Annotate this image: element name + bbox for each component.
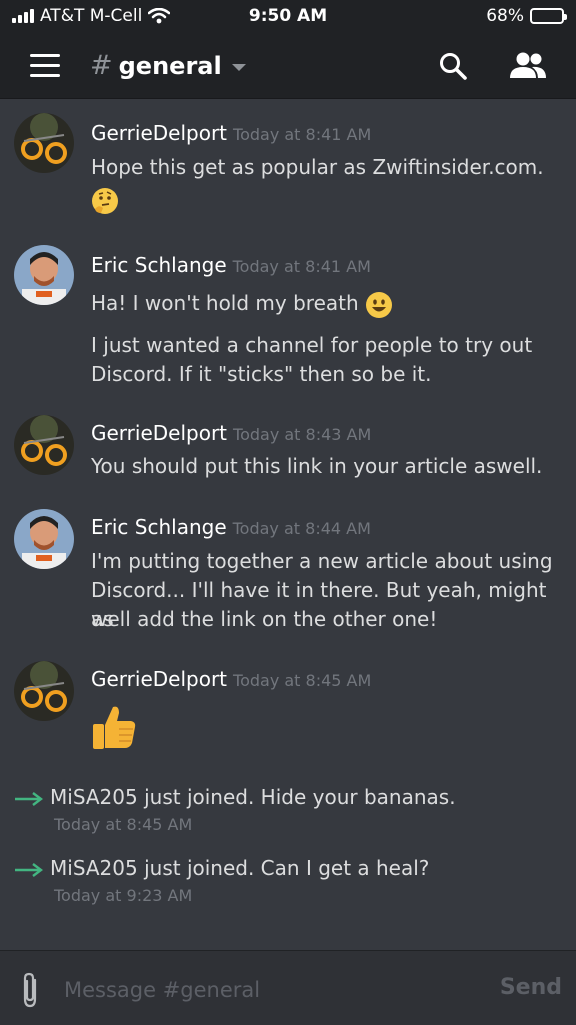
avatar-gerrie-icon [14, 113, 74, 173]
message-timestamp: Today at 8:45 AM [233, 671, 372, 690]
status-bar: AT&T M-Cell 9:50 AM 68% [0, 0, 576, 34]
message-text: Hope this get as popular as Zwiftinsider… [91, 155, 544, 179]
message-timestamp: Today at 8:44 AM [232, 519, 371, 538]
chevron-down-icon [231, 63, 246, 71]
message-timestamp: Today at 8:43 AM [233, 425, 372, 444]
author-name[interactable]: GerrieDelport [91, 421, 227, 445]
arrow-right-icon [15, 792, 43, 806]
message-text: well add the link on the other one! [91, 607, 438, 631]
message-author[interactable]: GerrieDelport Today at 8:41 AM [91, 121, 371, 145]
message-timestamp: Today at 8:41 AM [233, 125, 372, 144]
author-name[interactable]: GerrieDelport [91, 121, 227, 145]
avatar[interactable] [14, 245, 74, 305]
join-username[interactable]: MiSA205 [50, 785, 138, 809]
message-text: Discord. If it "sticks" then so be it. [91, 362, 432, 386]
members-icon[interactable] [508, 50, 548, 82]
message-text: I'm putting together a new article about… [91, 549, 553, 573]
avatar[interactable] [14, 113, 74, 173]
arrow-right-icon [15, 863, 43, 877]
avatar-gerrie-icon [14, 415, 74, 475]
join-text: MiSA205 just joined. Can I get a heal? [50, 856, 429, 880]
avatar[interactable] [14, 509, 74, 569]
message-text: Ha! I won't hold my breath [91, 289, 561, 319]
message-author[interactable]: Eric Schlange Today at 8:41 AM [91, 253, 371, 277]
hash-icon: # [90, 50, 113, 81]
join-text: MiSA205 just joined. Hide your bananas. [50, 785, 456, 809]
message-author[interactable]: GerrieDelport Today at 8:45 AM [91, 667, 371, 691]
message-list[interactable]: GerrieDelport Today at 8:41 AM Hope this … [0, 99, 576, 949]
avatar-eric-icon [14, 509, 74, 569]
join-message: just joined. Can I get a heal? [144, 856, 430, 880]
smiley-face-icon [366, 291, 393, 318]
message-author[interactable]: Eric Schlange Today at 8:44 AM [91, 515, 371, 539]
join-timestamp: Today at 9:23 AM [54, 886, 193, 905]
status-right: 68% [486, 6, 567, 26]
join-message: just joined. Hide your bananas. [144, 785, 456, 809]
thumbs-up-icon [93, 706, 136, 749]
message-text: I just wanted a channel for people to tr… [91, 333, 533, 357]
avatar-gerrie-icon [14, 661, 74, 721]
join-username[interactable]: MiSA205 [50, 856, 138, 880]
message-input[interactable] [62, 973, 486, 1007]
message-author[interactable]: GerrieDelport Today at 8:43 AM [91, 421, 371, 445]
channel-header: # general [0, 34, 576, 99]
author-name[interactable]: Eric Schlange [91, 253, 227, 277]
join-timestamp: Today at 8:45 AM [54, 815, 193, 834]
menu-icon[interactable] [30, 54, 60, 78]
channel-name: general [118, 51, 222, 80]
send-button[interactable]: Send [500, 975, 562, 1000]
battery-percent: 68% [486, 6, 524, 26]
author-name[interactable]: Eric Schlange [91, 515, 227, 539]
thinking-face-icon [92, 187, 118, 214]
avatar[interactable] [14, 661, 74, 721]
paperclip-icon[interactable] [18, 971, 42, 1009]
search-icon[interactable] [438, 51, 468, 81]
message-composer: Send [0, 950, 576, 1025]
avatar-eric-icon [14, 245, 74, 305]
message-text-content: Ha! I won't hold my breath [91, 291, 359, 315]
avatar[interactable] [14, 415, 74, 475]
battery-icon [530, 8, 567, 24]
channel-selector[interactable]: # general [90, 50, 246, 81]
author-name[interactable]: GerrieDelport [91, 667, 227, 691]
message-timestamp: Today at 8:41 AM [232, 257, 371, 276]
message-emoji-line [91, 185, 561, 215]
message-text: You should put this link in your article… [91, 454, 543, 478]
